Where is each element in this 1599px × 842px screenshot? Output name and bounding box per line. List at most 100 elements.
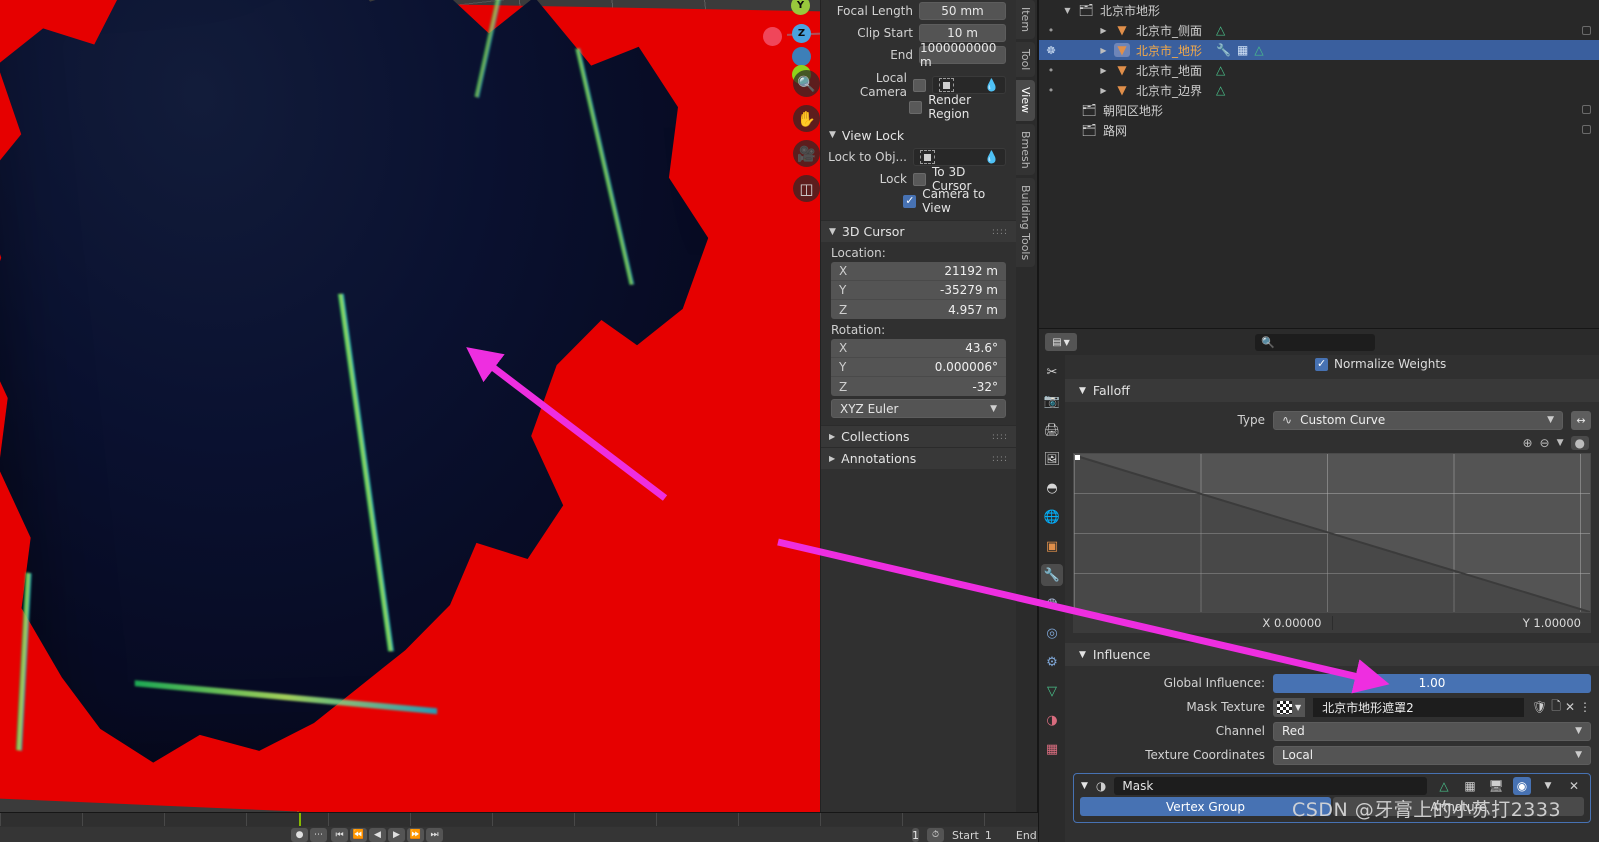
duplicate-icon[interactable]: 🗋 — [1551, 697, 1561, 718]
eyedropper-icon[interactable]: 💧 — [984, 150, 999, 164]
tab-tool[interactable]: Tool — [1016, 42, 1035, 78]
render-region-checkbox[interactable] — [909, 100, 923, 114]
viewport-tool-buttons[interactable]: 🔍 ✋ 🎥 ◫ — [793, 70, 820, 202]
camera-view-icon[interactable]: 🎥 — [793, 140, 820, 167]
sidebar-tab-strip[interactable]: Item Tool View Bmesh Building Tools — [1016, 0, 1038, 812]
point-handle-icon[interactable]: ● — [1570, 436, 1589, 450]
auto-key-button[interactable]: ⋯ — [310, 828, 327, 842]
more-options-icon[interactable]: ⋮ — [1579, 700, 1591, 714]
curve-control-point[interactable] — [1075, 455, 1080, 460]
cursor-location-z[interactable]: Z 4.957 m — [831, 300, 1006, 319]
outliner-row-object[interactable]: • ▶ ▼ 北京市_边界 △ — [1039, 80, 1599, 100]
cursor-location-x[interactable]: X 21192 m — [831, 262, 1006, 281]
texture-browse-dropdown[interactable]: ▼ — [1273, 697, 1306, 717]
tab-material-icon[interactable]: ◑ — [1041, 709, 1063, 731]
editor-type-selector[interactable]: ▤ ▼ — [1045, 333, 1077, 351]
mask-texture-name-field[interactable]: 北京市地形遮罩2 — [1313, 697, 1525, 717]
tab-modifier-icon[interactable]: 🔧 — [1041, 564, 1063, 586]
properties-header[interactable]: ▤ ▼ 🔍 — [1039, 329, 1599, 355]
chevron-right-icon[interactable]: ▶ — [1097, 26, 1110, 35]
zoom-out-icon[interactable]: ⊖ — [1540, 436, 1550, 450]
falloff-curve-widget[interactable] — [1073, 453, 1591, 613]
navigation-gizmo[interactable]: Y Z X — [751, 0, 844, 84]
falloff-section-header[interactable]: ▼ Falloff — [1065, 379, 1599, 402]
cursor-rotation-z[interactable]: Z -32° — [831, 377, 1006, 396]
mesh-data-icon[interactable]: △ — [1216, 83, 1225, 97]
zoom-icon[interactable]: 🔍 — [793, 70, 820, 97]
jump-end-button[interactable]: ⏭ — [426, 828, 443, 842]
jump-start-button[interactable]: ⏮ — [331, 828, 348, 842]
chevron-down-icon[interactable]: ▼ — [1557, 438, 1564, 448]
unlink-x-icon[interactable]: ✕ — [1565, 700, 1575, 714]
chevron-right-icon[interactable]: ▶ — [1097, 46, 1110, 55]
chevron-right-icon[interactable]: ▶ — [1097, 66, 1110, 75]
clip-end-field[interactable]: 1000000000 m — [919, 41, 1006, 69]
camera-to-view-row[interactable]: Camera to View — [821, 187, 1016, 215]
to-3d-cursor-checkbox[interactable] — [913, 172, 926, 186]
clip-start-field[interactable]: 10 m — [919, 24, 1006, 42]
gizmo-axis-neg-x[interactable] — [763, 27, 782, 46]
global-influence-row[interactable]: Global Influence: 1.00 — [1065, 671, 1599, 695]
local-camera-object-field[interactable]: 💧 — [932, 76, 1006, 94]
tab-physics-icon[interactable]: ◎ — [1041, 622, 1063, 644]
edit-mode-display-icon[interactable]: △ — [1435, 777, 1453, 795]
outliner-row-collection[interactable]: 🗂 朝阳区地形 — [1039, 100, 1599, 120]
next-keyframe-button[interactable]: ⏩ — [407, 828, 424, 842]
play-button[interactable]: ▶ — [388, 828, 405, 842]
tab-bmesh[interactable]: Bmesh — [1016, 123, 1035, 176]
mask-texture-row[interactable]: Mask Texture ▼ 北京市地形遮罩2 🛡 🗋 ✕ ⋮ — [1065, 695, 1599, 719]
eyedropper-icon[interactable]: 💧 — [984, 78, 999, 92]
pan-hand-icon[interactable]: ✋ — [793, 105, 820, 132]
chevron-down-icon[interactable]: ▼ — [1061, 6, 1074, 15]
collections-section-header[interactable]: ▶ Collections :::: — [821, 425, 1016, 447]
outliner-row-object[interactable]: • ▶ ▼ 北京市_侧面 △ — [1039, 20, 1599, 40]
armature-mode-icon[interactable]: ☸ — [1045, 44, 1057, 57]
lock-to-object-field[interactable]: 💧 — [913, 148, 1006, 166]
cursor-location-fields[interactable]: X 21192 m Y -35279 m Z 4.957 m — [831, 262, 1006, 319]
restrict-dot-icon[interactable]: • — [1045, 84, 1057, 97]
timeline-editor[interactable]: ● ⋯ ⏮ ⏪ ◀ ▶ ⏩ ⏭ 1 ⏱ Start 1 End 250 — [0, 812, 1038, 842]
tab-output-icon[interactable]: 🖨 — [1041, 419, 1063, 441]
modifier-wrench-icon[interactable]: 🔧 — [1216, 43, 1231, 57]
view-lock-section-header[interactable]: ▼ View Lock — [821, 124, 1016, 146]
realtime-display-icon[interactable]: ▦ — [1461, 777, 1479, 795]
row-visibility-toggle[interactable] — [1582, 26, 1591, 35]
cursor-rotation-y[interactable]: Y 0.000006° — [831, 358, 1006, 377]
tab-constraints-icon[interactable]: ⚙ — [1041, 651, 1063, 673]
tab-item[interactable]: Item — [1016, 0, 1035, 40]
falloff-type-dropdown[interactable]: ∿ Custom Curve ▼ — [1273, 410, 1563, 430]
texture-coordinates-row[interactable]: Texture Coordinates Local ▼ — [1065, 743, 1599, 767]
outliner-editor[interactable]: ▼ 🗂 北京市地形 • ▶ ▼ 北京市_侧面 △ ☸ ▶ ▼ 北京市_地形 🔧 … — [1038, 0, 1599, 328]
restrict-dot-icon[interactable]: • — [1045, 24, 1057, 37]
drag-handle-icon[interactable]: :::: — [992, 432, 1008, 442]
cursor-location-y[interactable]: Y -35279 m — [831, 281, 1006, 300]
tab-render-icon[interactable]: 📷 — [1041, 390, 1063, 412]
cursor-rotation-x[interactable]: X 43.6° — [831, 339, 1006, 358]
camera-to-view-checkbox[interactable] — [903, 194, 917, 208]
tab-tool-icon[interactable]: ✂ — [1041, 361, 1063, 383]
particles-icon[interactable]: ▦ — [1237, 43, 1248, 57]
perspective-toggle-icon[interactable]: ◫ — [793, 175, 820, 202]
tab-particles-icon[interactable]: ❂ — [1041, 593, 1063, 615]
properties-panel-body[interactable]: Normalize Weights ▼ Falloff Type ∿ Custo… — [1065, 355, 1599, 842]
chevron-down-icon[interactable]: ▼ — [1539, 777, 1557, 795]
mesh-data-icon[interactable]: △ — [1254, 43, 1263, 57]
gizmo-axis-y[interactable]: Y — [791, 0, 810, 15]
tab-view-layer-icon[interactable]: 🖼 — [1041, 448, 1063, 470]
chevron-down-icon[interactable]: ▼ — [1081, 781, 1088, 791]
tab-scene-icon[interactable]: ◓ — [1041, 477, 1063, 499]
channel-dropdown[interactable]: Red ▼ — [1273, 721, 1591, 741]
row-visibility-toggle[interactable] — [1582, 105, 1591, 114]
record-button[interactable]: ● — [291, 828, 308, 842]
close-icon[interactable]: ✕ — [1565, 777, 1583, 795]
outliner-row-collection[interactable]: 🗂 路网 — [1039, 120, 1599, 140]
3d-cursor-section-header[interactable]: ▼ 3D Cursor :::: — [821, 220, 1016, 242]
global-influence-slider[interactable]: 1.00 — [1273, 673, 1591, 693]
outliner-row-object-selected[interactable]: ☸ ▶ ▼ 北京市_地形 🔧 ▦ △ — [1039, 40, 1599, 60]
local-camera-checkbox[interactable] — [913, 78, 926, 92]
outliner-row-object[interactable]: • ▶ ▼ 北京市_地面 △ — [1039, 60, 1599, 80]
tab-building-tools[interactable]: Building Tools — [1016, 178, 1035, 268]
gizmo-axis-z[interactable]: Z — [792, 24, 811, 43]
chevron-right-icon[interactable]: ▶ — [1097, 86, 1110, 95]
cursor-rotation-fields[interactable]: X 43.6° Y 0.000006° Z -32° — [831, 339, 1006, 396]
